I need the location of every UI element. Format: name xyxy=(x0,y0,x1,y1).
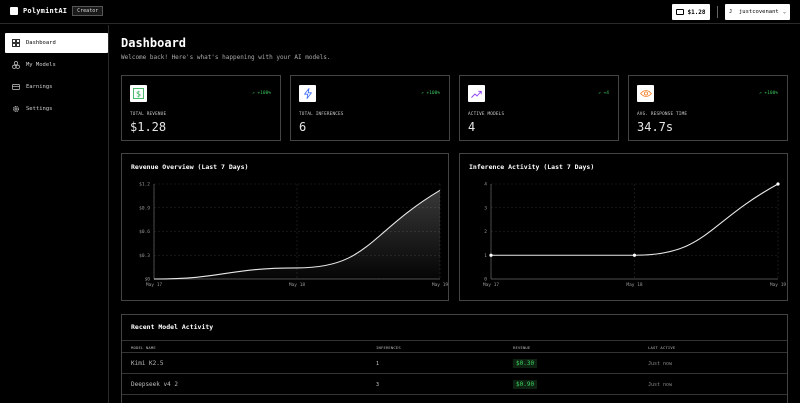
brand[interactable]: PolymintAI Creator xyxy=(10,6,104,16)
last-active: Just now xyxy=(648,382,673,388)
stat-label: ACTIVE MODELS xyxy=(468,112,505,117)
x-tick-label: May 17 xyxy=(146,282,163,288)
y-tick-label: $0.3 xyxy=(139,253,150,259)
x-tick-label: May 19 xyxy=(770,282,787,288)
card-icon xyxy=(12,83,20,91)
revenue-cell: $0.30 xyxy=(513,359,538,368)
cubes-icon xyxy=(12,61,20,69)
sidebar: Dashboard My Models Earnings Settings xyxy=(0,25,109,403)
page-title: Dashboard xyxy=(121,36,187,50)
y-tick-label: 4 xyxy=(484,182,487,188)
x-tick-label: May 17 xyxy=(483,282,500,288)
svg-text:$: $ xyxy=(136,89,141,98)
sidebar-item-label: Dashboard xyxy=(26,40,56,46)
top-divider xyxy=(717,6,718,18)
model-name: Kimi K2.5 xyxy=(131,360,164,367)
y-tick-label: $1.2 xyxy=(139,182,150,188)
table-title: Recent Model Activity xyxy=(131,323,214,331)
y-tick-label: $0 xyxy=(145,277,151,283)
stat-change: ↗ +100% xyxy=(252,91,271,96)
y-tick-label: 0 xyxy=(484,277,487,283)
stat-label: TOTAL INFERENCES xyxy=(299,112,344,117)
sidebar-item-dashboard[interactable]: Dashboard xyxy=(5,33,108,53)
stat-card-active-models: ↗ +4 ACTIVE MODELS 4 xyxy=(459,75,619,141)
revenue-chart-card: Revenue Overview (Last 7 Days) $0 $0.3 $0.… xyxy=(121,153,449,301)
stat-label: AVG. RESPONSE TIME xyxy=(637,112,688,117)
data-point xyxy=(776,182,780,186)
y-tick-label: 2 xyxy=(484,229,487,235)
x-tick-label: May 18 xyxy=(289,282,306,288)
column-header[interactable]: MODEL NAME xyxy=(131,345,156,350)
stat-change: ↗ +100% xyxy=(759,91,778,96)
balance-button[interactable]: $1.28 xyxy=(672,4,710,20)
sidebar-item-my-models[interactable]: My Models xyxy=(5,55,108,75)
user-avatar: J xyxy=(729,9,733,15)
wallet-icon xyxy=(676,9,685,15)
grid-icon xyxy=(12,39,20,47)
inference-chart: 0 1 2 3 4 May 17 May 18 May 19 xyxy=(483,182,787,289)
revenue-badge: $0.30 xyxy=(513,359,538,368)
inference-chart-card: Inference Activity (Last 7 Days) 0 1 2 3 4 Ma… xyxy=(459,153,788,301)
sidebar-item-label: My Models xyxy=(26,62,56,68)
y-tick-label: $0.6 xyxy=(139,229,150,235)
revenue-cell: $0.90 xyxy=(513,380,538,389)
top-bar: PolymintAI Creator $1.28 J justcovenant … xyxy=(0,0,800,24)
main-content: Dashboard Welcome back! Here's what's ha… xyxy=(110,25,800,403)
column-header[interactable]: INFERENCES xyxy=(376,345,401,350)
page-subtitle: Welcome back! Here's what's happening wi… xyxy=(121,54,331,61)
sidebar-item-label: Earnings xyxy=(26,84,53,90)
chevron-down-icon: ⌄ xyxy=(782,9,786,15)
y-tick-label: $0.9 xyxy=(139,205,150,211)
stat-card-revenue: $ ↗ +100% TOTAL REVENUE $1.28 xyxy=(121,75,281,141)
gear-icon xyxy=(12,105,20,113)
user-menu-button[interactable]: J justcovenant ⌄ xyxy=(725,4,790,20)
stat-card-response-time: ↗ +100% AVG. RESPONSE TIME 34.7s xyxy=(628,75,788,141)
stat-value: 6 xyxy=(299,120,307,134)
lightning-icon xyxy=(299,85,316,102)
stat-label: TOTAL REVENUE xyxy=(130,112,167,117)
dollar-icon: $ xyxy=(130,85,147,102)
eye-icon xyxy=(637,85,654,102)
stat-value: $1.28 xyxy=(130,120,167,134)
table-row[interactable]: Kimi K2.5 1 $0.30 Just now xyxy=(122,354,787,374)
revenue-chart: $0 $0.3 $0.6 $0.9 $1.2 May 17 May 18 May 19 xyxy=(139,182,448,289)
stat-value: 34.7s xyxy=(637,120,674,134)
revenue-badge: $0.90 xyxy=(513,380,538,389)
data-point xyxy=(489,253,493,257)
data-point xyxy=(632,253,637,257)
role-badge: Creator xyxy=(72,6,104,16)
sidebar-item-settings[interactable]: Settings xyxy=(5,99,108,119)
stat-card-inferences: ↗ +100% TOTAL INFERENCES 6 xyxy=(290,75,450,141)
stat-change: ↗ +100% xyxy=(421,91,440,96)
column-header[interactable]: LAST ACTIVE xyxy=(648,345,675,350)
x-tick-label: May 18 xyxy=(626,282,643,288)
username: justcovenant xyxy=(739,9,779,15)
stat-change: ↗ +4 xyxy=(598,91,609,96)
brand-logo-icon xyxy=(10,7,18,15)
y-tick-label: 3 xyxy=(484,205,487,211)
model-name: Deepseek v4 2 xyxy=(131,381,178,388)
balance-amount: $1.28 xyxy=(687,8,706,16)
x-tick-label: May 19 xyxy=(432,282,448,288)
recent-activity-table: Recent Model Activity MODEL NAME INFEREN… xyxy=(121,314,788,403)
brand-name: PolymintAI xyxy=(23,7,68,15)
last-active: Just now xyxy=(648,361,673,367)
table-header-row: MODEL NAME INFERENCES REVENUE LAST ACTIV… xyxy=(122,340,787,353)
inference-count: 1 xyxy=(376,361,380,367)
y-tick-label: 1 xyxy=(484,253,487,259)
table-row[interactable]: Deepseek v4 2 3 $0.90 Just now xyxy=(122,375,787,395)
sidebar-item-label: Settings xyxy=(26,106,53,112)
stat-value: 4 xyxy=(468,120,476,134)
sidebar-item-earnings[interactable]: Earnings xyxy=(5,77,108,97)
column-header[interactable]: REVENUE xyxy=(513,345,530,350)
trend-icon xyxy=(468,85,485,102)
inference-count: 3 xyxy=(376,382,380,388)
